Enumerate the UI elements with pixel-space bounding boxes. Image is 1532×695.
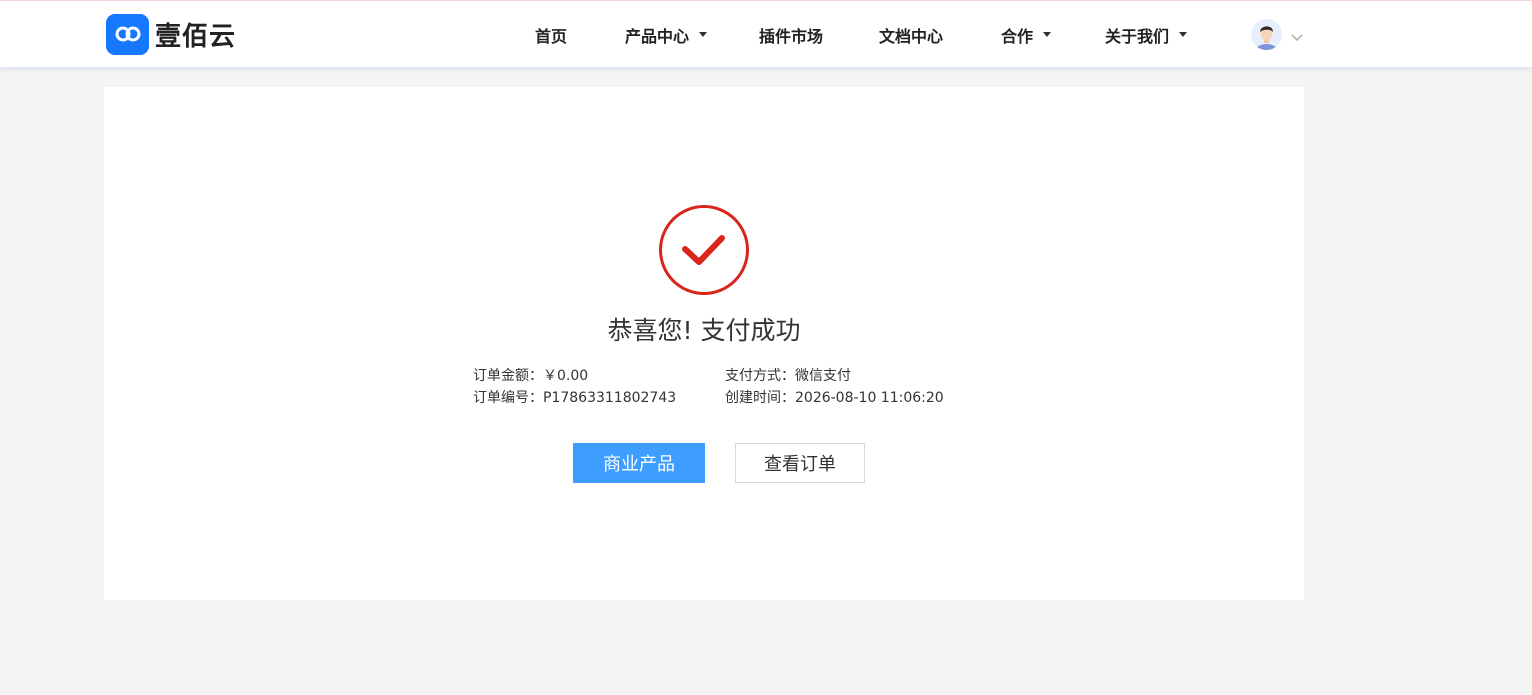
- order-amount-value: ￥0.00: [543, 368, 589, 384]
- created-time-value: 2026-08-10 11:06:20: [795, 390, 944, 406]
- order-amount-label: 订单金额：: [473, 368, 543, 384]
- check-circle-icon: [658, 204, 750, 296]
- nav-item-plugins[interactable]: 插件市场: [759, 1, 823, 68]
- payment-method: 支付方式：微信支付: [725, 365, 851, 385]
- order-number-label: 订单编号：: [473, 390, 543, 406]
- caret-down-icon: [1179, 32, 1188, 37]
- caret-down-icon: [699, 32, 708, 37]
- avatar-icon[interactable]: [1251, 19, 1282, 50]
- nav-item-label: 插件市场: [759, 26, 824, 46]
- order-number-value: P17863311802743: [543, 390, 677, 406]
- navbar: 壹佰云 首页 产品中心 插件市场 文档中心 合作 关于我们: [0, 1, 1532, 68]
- created-time: 创建时间：2026-08-10 11:06:20: [725, 387, 944, 407]
- order-number: 订单编号：P17863311802743: [473, 387, 676, 407]
- created-time-label: 创建时间：: [725, 390, 795, 406]
- nav-item-label: 合作: [1001, 26, 1034, 46]
- chevron-down-icon[interactable]: [1290, 28, 1304, 47]
- caret-down-icon: [1043, 32, 1052, 37]
- nav-item-label: 文档中心: [879, 26, 944, 46]
- brand-logo[interactable]: 壹佰云: [106, 13, 236, 55]
- nav-item-label: 产品中心: [625, 26, 690, 46]
- nav-item-docs[interactable]: 文档中心: [879, 1, 943, 68]
- logo-icon: [106, 13, 149, 55]
- nav-item-home[interactable]: 首页: [535, 1, 567, 68]
- success-title: 恭喜您! 支付成功: [607, 316, 801, 345]
- business-products-button[interactable]: 商业产品: [573, 443, 705, 483]
- nav-item-about[interactable]: 关于我们: [1105, 1, 1188, 68]
- payment-method-value: 微信支付: [795, 368, 851, 384]
- brand-name: 壹佰云: [155, 21, 237, 52]
- nav-item-cooperation[interactable]: 合作: [1001, 1, 1052, 68]
- payment-method-label: 支付方式：: [725, 368, 795, 384]
- order-amount: 订单金额：￥0.00: [473, 365, 588, 385]
- view-order-button[interactable]: 查看订单: [735, 443, 865, 483]
- payment-result-card: 恭喜您! 支付成功 订单金额：￥0.00 支付方式：微信支付 订单编号：P178…: [104, 87, 1304, 600]
- nav-item-label: 关于我们: [1105, 26, 1170, 46]
- nav-item-products[interactable]: 产品中心: [625, 1, 708, 68]
- nav-item-label: 首页: [535, 26, 568, 46]
